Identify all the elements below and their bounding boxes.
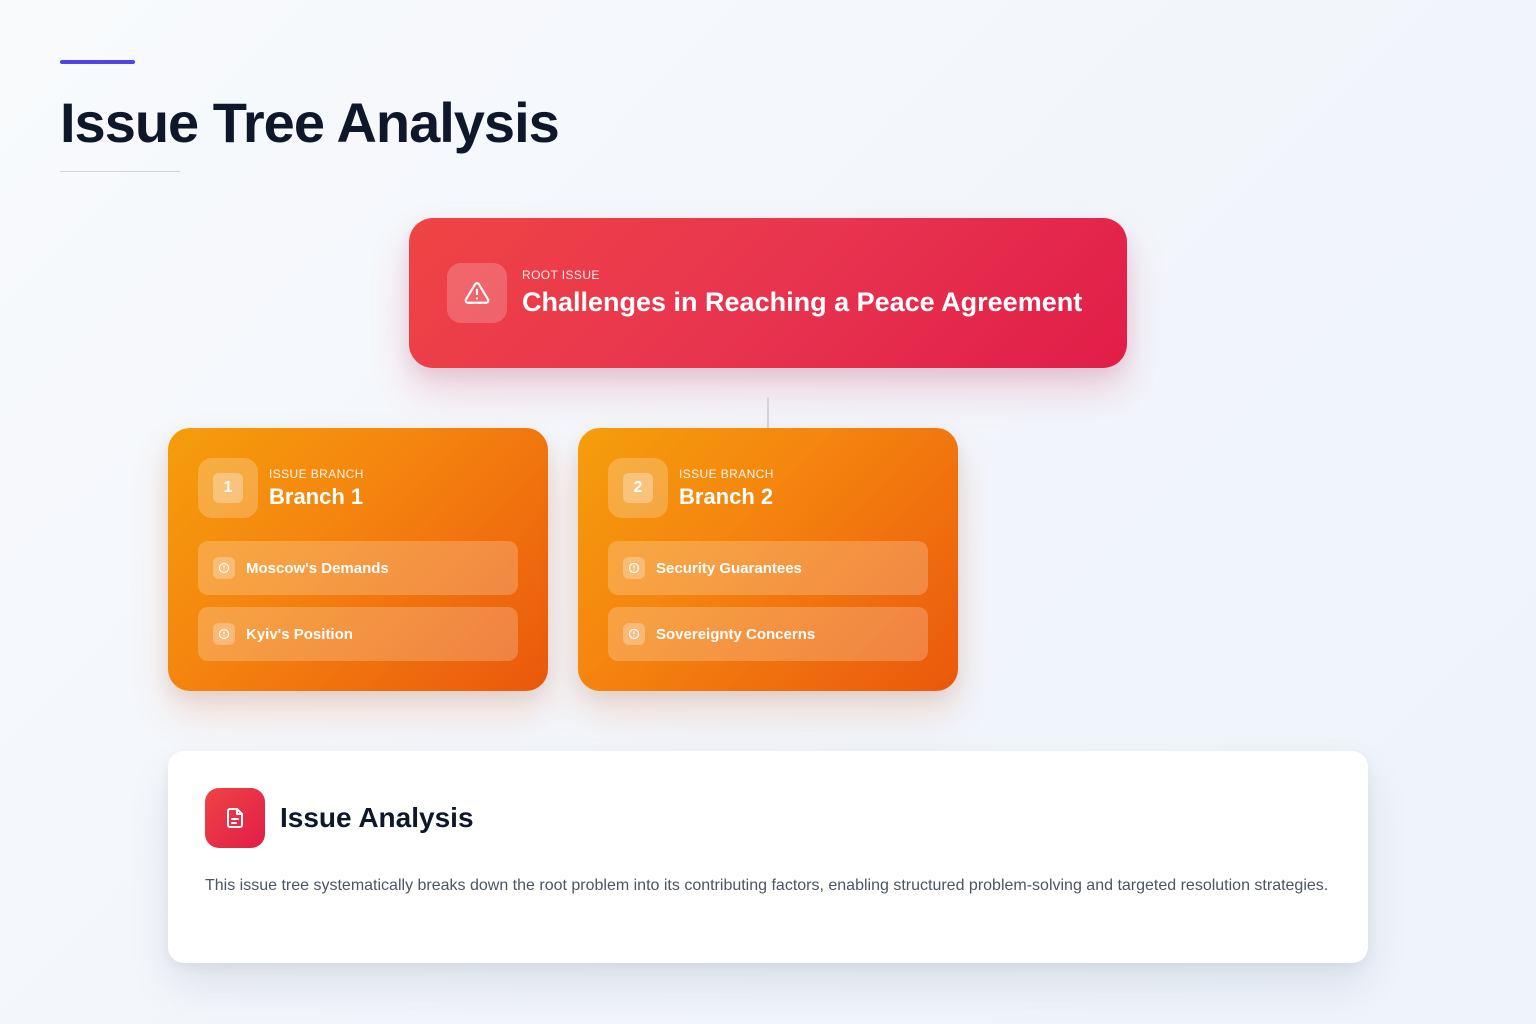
branch-number: 1 bbox=[213, 473, 243, 503]
root-issue-kicker: ROOT ISSUE bbox=[522, 268, 600, 282]
sub-issue-list: Security Guarantees Sovereignty Concerns bbox=[608, 541, 928, 661]
info-circle-icon bbox=[213, 557, 235, 579]
branch-title: Branch 1 bbox=[269, 483, 364, 509]
sub-issue-item[interactable]: Sovereignty Concerns bbox=[608, 607, 928, 661]
branch-card-2[interactable]: 2 ISSUE BRANCH Branch 2 Security Guarant… bbox=[578, 428, 958, 691]
title-divider bbox=[60, 171, 180, 172]
sub-issue-item[interactable]: Kyiv's Position bbox=[198, 607, 518, 661]
sub-issue-label: Moscow's Demands bbox=[246, 559, 389, 577]
info-circle-icon bbox=[623, 557, 645, 579]
document-icon bbox=[205, 788, 265, 848]
page-title: Issue Tree Analysis bbox=[60, 91, 560, 154]
analysis-title: Issue Analysis bbox=[280, 802, 474, 833]
sub-issue-item[interactable]: Security Guarantees bbox=[608, 541, 928, 595]
title-accent-bar bbox=[60, 60, 135, 64]
root-issue-card[interactable]: ROOT ISSUE Challenges in Reaching a Peac… bbox=[409, 218, 1127, 368]
analysis-description: This issue tree systematically breaks do… bbox=[205, 877, 1329, 894]
sub-issue-list: Moscow's Demands Kyiv's Position bbox=[198, 541, 518, 661]
sub-issue-label: Kyiv's Position bbox=[246, 625, 353, 643]
info-circle-icon bbox=[213, 623, 235, 645]
branch-kicker: ISSUE BRANCH bbox=[269, 466, 364, 481]
branch-kicker: ISSUE BRANCH bbox=[679, 466, 774, 481]
sub-issue-label: Sovereignty Concerns bbox=[656, 625, 816, 643]
branch-card-1[interactable]: 1 ISSUE BRANCH Branch 1 Moscow's Demands… bbox=[168, 428, 548, 691]
sub-issue-label: Security Guarantees bbox=[656, 559, 802, 577]
branch-title: Branch 2 bbox=[679, 483, 774, 509]
issue-analysis-card: Issue Analysis This issue tree systemati… bbox=[168, 751, 1368, 963]
branch-number-badge: 2 bbox=[608, 458, 668, 518]
branch-number-badge: 1 bbox=[198, 458, 258, 518]
tree-connector-line bbox=[767, 398, 769, 428]
branch-number: 2 bbox=[623, 473, 653, 503]
root-issue-title: Challenges in Reaching a Peace Agreement bbox=[522, 287, 1083, 317]
sub-issue-item[interactable]: Moscow's Demands bbox=[198, 541, 518, 595]
warning-triangle-icon bbox=[447, 263, 507, 323]
info-circle-icon bbox=[623, 623, 645, 645]
